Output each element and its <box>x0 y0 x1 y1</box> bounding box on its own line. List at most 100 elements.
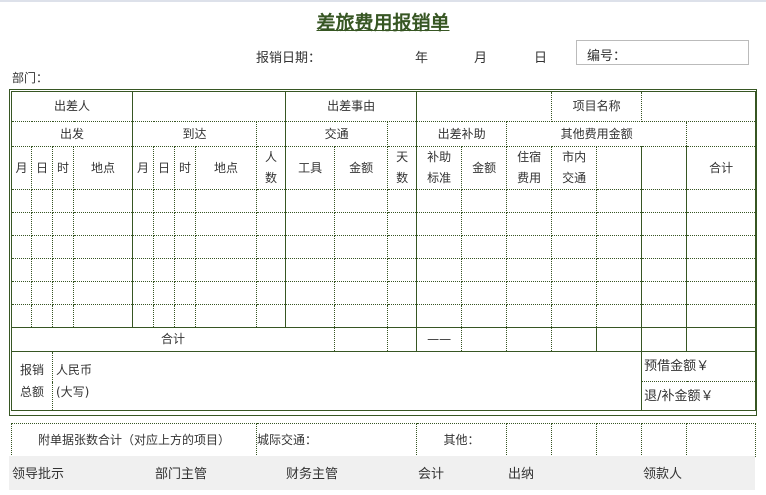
project-field[interactable] <box>642 92 756 122</box>
table-cell[interactable] <box>687 213 756 236</box>
table-cell[interactable] <box>74 282 133 305</box>
table-cell[interactable] <box>388 282 417 305</box>
table-cell[interactable] <box>12 190 32 213</box>
table-cell[interactable] <box>388 190 417 213</box>
table-cell[interactable] <box>462 213 507 236</box>
table-cell[interactable] <box>417 236 462 259</box>
table-cell[interactable] <box>417 282 462 305</box>
attach-cell[interactable] <box>552 424 597 457</box>
table-cell[interactable] <box>462 236 507 259</box>
table-cell[interactable] <box>507 282 552 305</box>
table-cell[interactable] <box>286 259 335 282</box>
table-cell[interactable] <box>74 213 133 236</box>
table-cell[interactable] <box>74 259 133 282</box>
amount-in-words-field[interactable]: 人民币(大写) <box>53 352 642 411</box>
table-cell[interactable] <box>642 259 687 282</box>
table-cell[interactable] <box>175 213 196 236</box>
table-cell[interactable] <box>462 282 507 305</box>
table-cell[interactable] <box>12 282 32 305</box>
table-cell[interactable] <box>196 213 257 236</box>
table-cell[interactable] <box>175 190 196 213</box>
table-cell[interactable] <box>462 305 507 328</box>
table-cell[interactable] <box>175 236 196 259</box>
table-cell[interactable] <box>257 305 286 328</box>
total-cell[interactable] <box>642 328 687 352</box>
table-cell[interactable] <box>335 305 388 328</box>
attach-cell[interactable] <box>687 424 756 457</box>
table-cell[interactable] <box>32 213 53 236</box>
refund-amount[interactable]: 退/补金额￥ <box>642 382 756 411</box>
table-cell[interactable] <box>133 213 154 236</box>
table-cell[interactable] <box>196 259 257 282</box>
table-cell[interactable] <box>74 236 133 259</box>
table-cell[interactable] <box>154 305 175 328</box>
table-cell[interactable] <box>642 305 687 328</box>
attach-cell[interactable] <box>507 424 552 457</box>
table-cell[interactable] <box>196 190 257 213</box>
table-cell[interactable] <box>597 236 642 259</box>
table-cell[interactable] <box>687 236 756 259</box>
table-cell[interactable] <box>154 259 175 282</box>
table-cell[interactable] <box>597 213 642 236</box>
table-cell[interactable] <box>462 259 507 282</box>
table-cell[interactable] <box>53 259 74 282</box>
table-cell[interactable] <box>642 213 687 236</box>
table-cell[interactable] <box>286 190 335 213</box>
table-cell[interactable] <box>597 190 642 213</box>
table-cell[interactable] <box>154 213 175 236</box>
reason-field[interactable] <box>417 92 552 122</box>
table-cell[interactable] <box>12 305 32 328</box>
table-cell[interactable] <box>196 236 257 259</box>
table-cell[interactable] <box>32 190 53 213</box>
other-field[interactable]: 其他： <box>417 424 507 457</box>
table-cell[interactable] <box>74 190 133 213</box>
attach-cell[interactable] <box>597 424 642 457</box>
table-cell[interactable] <box>507 259 552 282</box>
traveler-field[interactable] <box>133 92 286 122</box>
table-cell[interactable] <box>417 259 462 282</box>
total-cell[interactable] <box>388 328 417 352</box>
table-cell[interactable] <box>53 213 74 236</box>
table-cell[interactable] <box>417 190 462 213</box>
table-cell[interactable] <box>335 213 388 236</box>
table-cell[interactable] <box>642 190 687 213</box>
table-cell[interactable] <box>175 305 196 328</box>
table-cell[interactable] <box>462 190 507 213</box>
table-cell[interactable] <box>53 190 74 213</box>
table-cell[interactable] <box>687 282 756 305</box>
total-cell[interactable] <box>335 328 388 352</box>
table-cell[interactable] <box>53 305 74 328</box>
table-cell[interactable] <box>687 305 756 328</box>
table-cell[interactable] <box>133 236 154 259</box>
table-cell[interactable] <box>507 305 552 328</box>
table-cell[interactable] <box>388 259 417 282</box>
table-cell[interactable] <box>552 190 597 213</box>
table-cell[interactable] <box>552 305 597 328</box>
table-cell[interactable] <box>257 236 286 259</box>
table-cell[interactable] <box>196 282 257 305</box>
table-cell[interactable] <box>53 282 74 305</box>
total-cell[interactable] <box>552 328 597 352</box>
table-cell[interactable] <box>687 190 756 213</box>
table-cell[interactable] <box>335 259 388 282</box>
intercity-transport-field[interactable]: 城际交通： <box>257 424 417 457</box>
table-cell[interactable] <box>507 213 552 236</box>
table-cell[interactable] <box>597 259 642 282</box>
table-cell[interactable] <box>286 213 335 236</box>
table-cell[interactable] <box>642 236 687 259</box>
table-cell[interactable] <box>286 236 335 259</box>
table-cell[interactable] <box>507 190 552 213</box>
table-cell[interactable] <box>32 282 53 305</box>
table-cell[interactable] <box>133 282 154 305</box>
total-cell[interactable] <box>462 328 507 352</box>
table-cell[interactable] <box>388 213 417 236</box>
table-cell[interactable] <box>53 236 74 259</box>
table-cell[interactable] <box>552 259 597 282</box>
total-cell[interactable] <box>507 328 552 352</box>
table-cell[interactable] <box>597 282 642 305</box>
attach-cell[interactable] <box>642 424 687 457</box>
table-cell[interactable] <box>417 305 462 328</box>
table-cell[interactable] <box>552 236 597 259</box>
table-cell[interactable] <box>12 236 32 259</box>
table-cell[interactable] <box>257 213 286 236</box>
